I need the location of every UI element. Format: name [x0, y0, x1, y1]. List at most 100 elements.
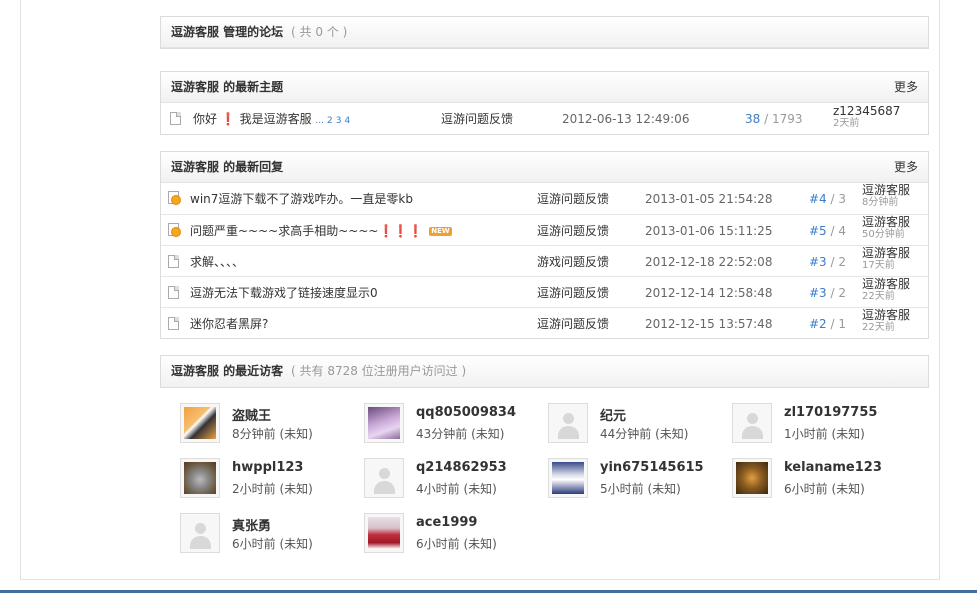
visitor-name-link[interactable]: hwppl123: [232, 460, 303, 475]
visitor-avatar[interactable]: [548, 458, 588, 498]
reply-forum-link[interactable]: 游戏问题反馈: [537, 253, 609, 270]
latest-threads-panel: 逗游客服 的最新主题 更多 你好 ❗ 我是逗游客服 ... 2 3 4 逗游问题反馈 …: [160, 71, 929, 135]
visitor-avatar[interactable]: [364, 458, 404, 498]
last-post-user[interactable]: 逗游客服: [862, 247, 910, 260]
visitor-avatar[interactable]: [364, 403, 404, 443]
thread-stats: 38 / 1793: [745, 112, 803, 126]
visitor-name-link[interactable]: ace1999: [416, 515, 477, 530]
reply-stats: #3 / 2: [809, 255, 847, 269]
document-icon: [168, 286, 179, 299]
reply-row[interactable]: 求解、、、、 游戏问题反馈 2012-12-18 22:52:08 #3 / 2 逗游客…: [161, 245, 928, 276]
latest-threads-header: 逗游客服 的最新主题 更多: [161, 72, 928, 103]
reply-floor-link[interactable]: #2: [809, 317, 827, 331]
visitor-avatar[interactable]: [364, 513, 404, 553]
latest-threads-title: 逗游客服 的最新主题: [171, 80, 284, 94]
visitor-item: q214862953 4小时前 (未知): [364, 458, 534, 500]
visitor-item: hwppl123 2小时前 (未知): [180, 458, 350, 500]
reply-floor-link[interactable]: #3: [809, 255, 827, 269]
last-post-user[interactable]: 逗游客服: [862, 216, 910, 229]
visitor-name-link[interactable]: kelaname123: [784, 460, 882, 475]
visitor-item: 纪元 44分钟前 (未知): [548, 403, 718, 445]
visitor-time: 44分钟前 (未知): [600, 427, 689, 441]
reply-title-link[interactable]: 问题严重~~~~求高手相助~~~~❗❗❗: [190, 224, 423, 238]
latest-replies-more-link[interactable]: 更多: [894, 152, 918, 183]
reply-stats: #2 / 1: [809, 317, 847, 331]
reply-forum-link[interactable]: 逗游问题反馈: [537, 284, 609, 301]
visitor-avatar[interactable]: [548, 403, 588, 443]
managed-forums-count: ( 共 0 个 ): [291, 25, 348, 39]
visitor-time: 4小时前 (未知): [416, 482, 497, 496]
reply-row[interactable]: 逗游无法下载游戏了链接速度显示0 逗游问题反馈 2012-12-14 12:58:4…: [161, 276, 928, 307]
visitor-name-link[interactable]: yin675145615: [600, 460, 704, 475]
reply-stats: #5 / 4: [809, 224, 847, 238]
thread-pagination: ... 2 3 4: [315, 112, 350, 126]
visitor-avatar[interactable]: [180, 513, 220, 553]
reply-forum-link[interactable]: 逗游问题反馈: [537, 190, 609, 207]
reply-total: 2: [838, 286, 847, 300]
reply-row[interactable]: 迷你忍者黑屏? 逗游问题反馈 2012-12-15 13:57:48 #2 / 1 逗游…: [161, 307, 928, 338]
reply-total: 2: [838, 255, 847, 269]
reply-total: 3: [838, 192, 847, 206]
reply-title-link[interactable]: win7逗游下载不了游戏咋办。一直是零kb: [190, 192, 413, 206]
pagination-ellipsis: ...: [315, 116, 324, 126]
document-icon: [168, 317, 179, 330]
last-post-time: 17天前: [862, 260, 895, 271]
new-badge: NEW: [429, 227, 452, 236]
thread-row[interactable]: 你好 ❗ 我是逗游客服 ... 2 3 4 逗游问题反馈 2012-06-13 12:…: [161, 103, 928, 134]
page-link-3[interactable]: 3: [336, 116, 342, 126]
reply-date: 2013-01-05 21:54:28: [645, 192, 773, 206]
reply-title-link[interactable]: 逗游无法下载游戏了链接速度显示0: [190, 286, 378, 300]
latest-replies-header: 逗游客服 的最新回复 更多: [161, 152, 928, 183]
page-link-2[interactable]: 2: [327, 116, 333, 126]
visitor-avatar[interactable]: [732, 403, 772, 443]
visitor-avatar[interactable]: [180, 403, 220, 443]
recent-visitors-count: ( 共有 8728 位注册用户访问过 ): [291, 364, 467, 378]
last-post-time: 22天前: [862, 291, 895, 302]
visitor-avatar[interactable]: [732, 458, 772, 498]
visitor-name-link[interactable]: 真张勇: [232, 515, 271, 534]
visitor-name-link[interactable]: 纪元: [600, 405, 626, 424]
reply-floor-link[interactable]: #3: [809, 286, 827, 300]
visitor-item: yin675145615 5小时前 (未知): [548, 458, 718, 500]
visitor-time: 6小时前 (未知): [232, 537, 313, 551]
reply-forum-link[interactable]: 逗游问题反馈: [537, 222, 609, 239]
latest-threads-list: 你好 ❗ 我是逗游客服 ... 2 3 4 逗游问题反馈 2012-06-13 12:…: [161, 103, 928, 134]
visitor-name-link[interactable]: q214862953: [416, 460, 507, 475]
reply-total: 4: [838, 224, 847, 238]
reply-stats: #4 / 3: [809, 192, 847, 206]
reply-floor-link[interactable]: #4: [809, 192, 827, 206]
thread-title-link[interactable]: 你好 ❗ 我是逗游客服: [193, 112, 312, 126]
visitor-item: 真张勇 6小时前 (未知): [180, 513, 350, 555]
thread-last-post: z12345687 2天前: [833, 105, 900, 130]
managed-forums-title: 逗游客服 管理的论坛: [171, 25, 284, 39]
reply-floor-link[interactable]: #5: [809, 224, 827, 238]
last-post-user[interactable]: 逗游客服: [862, 309, 910, 322]
visitor-time: 6小时前 (未知): [784, 482, 865, 496]
hot-thread-icon: [168, 223, 182, 237]
visitor-name-link[interactable]: zl170197755: [784, 405, 877, 420]
last-post-user[interactable]: 逗游客服: [862, 184, 910, 197]
reply-forum-link[interactable]: 逗游问题反馈: [537, 315, 609, 332]
last-post-user[interactable]: 逗游客服: [862, 278, 910, 291]
visitor-name-link[interactable]: 盗贼王: [232, 405, 271, 424]
reply-row[interactable]: win7逗游下载不了游戏咋办。一直是零kb 逗游问题反馈 2013-01-05 21…: [161, 183, 928, 214]
page-link-4[interactable]: 4: [344, 116, 350, 126]
reply-last-post: 逗游客服 8分钟前: [862, 184, 910, 209]
visitor-name-link[interactable]: qq805009834: [416, 405, 516, 420]
visitor-time: 5小时前 (未知): [600, 482, 681, 496]
thread-forum-link[interactable]: 逗游问题反馈: [441, 110, 513, 127]
visitor-item: zl170197755 1小时前 (未知): [732, 403, 902, 445]
visitor-item: ace1999 6小时前 (未知): [364, 513, 534, 555]
reply-title-link[interactable]: 求解、、、、: [190, 255, 244, 269]
visitor-avatar[interactable]: [180, 458, 220, 498]
reply-row[interactable]: 问题严重~~~~求高手相助~~~~❗❗❗ NEW 逗游问题反馈 2013-01-06 …: [161, 214, 928, 245]
managed-forums-header: 逗游客服 管理的论坛 ( 共 0 个 ): [161, 17, 928, 48]
last-post-user[interactable]: z12345687: [833, 105, 900, 118]
visitor-time: 8分钟前 (未知): [232, 427, 313, 441]
reply-title-link[interactable]: 迷你忍者黑屏?: [190, 317, 268, 331]
reply-last-post: 逗游客服 22天前: [862, 278, 910, 303]
visitor-time: 1小时前 (未知): [784, 427, 865, 441]
document-icon: [168, 255, 179, 268]
last-post-time: 50分钟前: [862, 229, 905, 240]
latest-threads-more-link[interactable]: 更多: [894, 72, 918, 103]
